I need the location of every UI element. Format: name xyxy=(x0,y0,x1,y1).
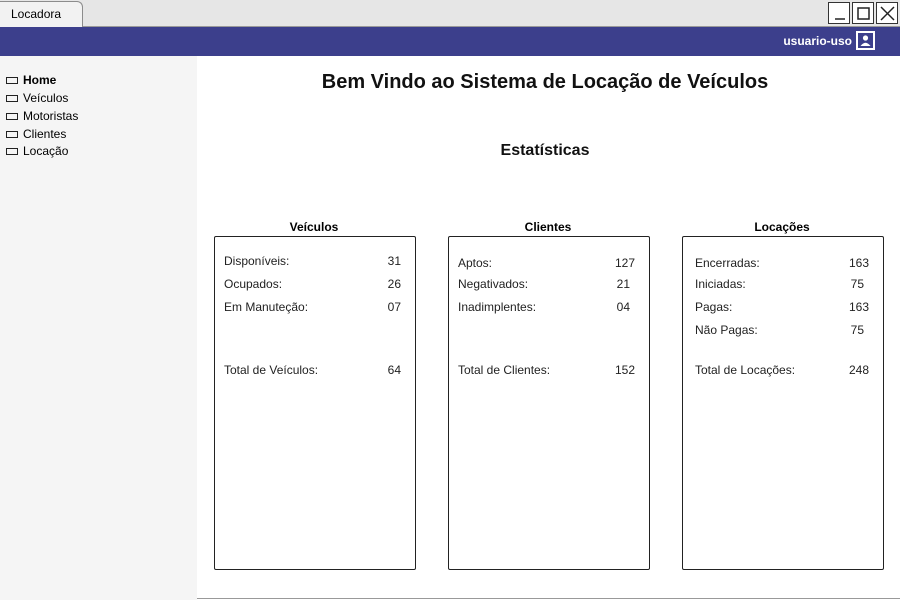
card-title-clientes: Clientes xyxy=(524,220,572,234)
page-title: Bem Vindo ao Sistema de Locação de Veícu… xyxy=(321,71,769,93)
stat-row: Iniciadas: 75 xyxy=(695,276,883,292)
sidebar-item-motoristas[interactable]: Motoristas xyxy=(6,108,78,124)
user-avatar-glyph xyxy=(860,35,871,46)
maximize-button[interactable] xyxy=(852,2,874,24)
stat-label: Negativados: xyxy=(458,277,529,291)
close-icon xyxy=(880,6,895,21)
sidebar-item-veiculos[interactable]: Veículos xyxy=(6,90,68,106)
section-title: Estatísticas xyxy=(500,142,590,159)
nav-bullet-icon xyxy=(6,130,18,138)
nav-bullet-icon xyxy=(6,94,18,102)
sidebar-item-label: Home xyxy=(23,73,57,87)
stat-label: Inadimplentes: xyxy=(458,300,537,314)
stat-label: Iniciadas: xyxy=(695,277,746,291)
stat-row: Não Pagas: 75 xyxy=(695,322,883,338)
stat-row: Em Manuteção: 07 xyxy=(224,299,415,315)
stat-label: Ocupados: xyxy=(224,277,283,291)
window-tab[interactable]: Locadora xyxy=(0,1,83,27)
stat-value: 26 xyxy=(387,277,401,291)
stat-row: Inadimplentes: 04 xyxy=(458,299,649,315)
stats-card-veiculos: Disponíveis: 31 Ocupados: 26 Em Manuteçã… xyxy=(214,236,416,570)
stat-total-value: 64 xyxy=(387,363,401,377)
stats-card-locacoes: Encerradas: 163 Iniciadas: 75 Pagas: 163… xyxy=(682,236,884,570)
stat-row: Disponíveis: 31 xyxy=(224,253,415,269)
stat-label: Em Manuteção: xyxy=(224,300,309,314)
nav-bullet-icon xyxy=(6,76,18,84)
stat-row: Encerradas: 163 xyxy=(695,255,883,271)
nav-bullet-icon xyxy=(6,147,18,155)
stat-label: Não Pagas: xyxy=(695,323,758,337)
user-icon[interactable] xyxy=(856,31,875,50)
stat-value: 31 xyxy=(387,254,401,268)
stat-value: 163 xyxy=(848,300,869,314)
stat-total-label: Total de Locações: xyxy=(695,363,796,377)
sidebar-item-label: Veículos xyxy=(23,91,69,105)
bottom-divider xyxy=(197,598,900,599)
sidebar-item-locacao[interactable]: Locação xyxy=(6,143,68,159)
stat-total-label: Total de Veículos: xyxy=(224,363,319,377)
sidebar-item-label: Locação xyxy=(23,144,69,158)
stat-row: Ocupados: 26 xyxy=(224,276,415,292)
stat-value: 04 xyxy=(616,300,630,314)
stat-row: Negativados: 21 xyxy=(458,276,649,292)
stat-value: 07 xyxy=(387,300,401,314)
window-title-bar: Locadora xyxy=(0,0,900,27)
sidebar-item-label: Motoristas xyxy=(23,109,79,123)
sidebar-item-label: Clientes xyxy=(23,127,67,141)
stat-value: 21 xyxy=(616,277,630,291)
stat-value: 75 xyxy=(850,323,864,337)
stat-total-value: 248 xyxy=(848,363,869,377)
app-header: usuario-uso xyxy=(0,27,900,56)
sidebar: Home Veículos Motoristas Clientes Locaçã… xyxy=(0,56,197,600)
stat-label: Pagas: xyxy=(695,300,733,314)
sidebar-item-clientes[interactable]: Clientes xyxy=(6,126,66,142)
stat-label: Encerradas: xyxy=(695,256,760,270)
maximize-icon xyxy=(857,7,870,20)
stat-value: 127 xyxy=(614,256,635,270)
stat-label: Aptos: xyxy=(458,256,493,270)
stat-total-row: Total de Clientes: 152 xyxy=(458,362,649,378)
stat-value: 75 xyxy=(850,277,864,291)
sidebar-item-home[interactable]: Home xyxy=(6,72,56,88)
stat-total-value: 152 xyxy=(614,363,635,377)
stat-total-row: Total de Locações: 248 xyxy=(695,362,883,378)
card-title-locacoes: Locações xyxy=(754,220,810,234)
nav-bullet-icon xyxy=(6,112,18,120)
stat-label: Disponíveis: xyxy=(224,254,290,268)
stat-row: Aptos: 127 xyxy=(458,255,649,271)
stat-value: 163 xyxy=(848,256,869,270)
stats-card-clientes: Aptos: 127 Negativados: 21 Inadimplentes… xyxy=(448,236,650,570)
stat-total-row: Total de Veículos: 64 xyxy=(224,362,415,378)
close-button[interactable] xyxy=(876,2,898,24)
username-label[interactable]: usuario-uso xyxy=(783,27,852,56)
stat-total-label: Total de Clientes: xyxy=(458,363,551,377)
stat-row: Pagas: 163 xyxy=(695,299,883,315)
minimize-button[interactable] xyxy=(828,2,850,24)
minimize-icon xyxy=(835,18,845,20)
card-title-veiculos: Veículos xyxy=(289,220,339,234)
